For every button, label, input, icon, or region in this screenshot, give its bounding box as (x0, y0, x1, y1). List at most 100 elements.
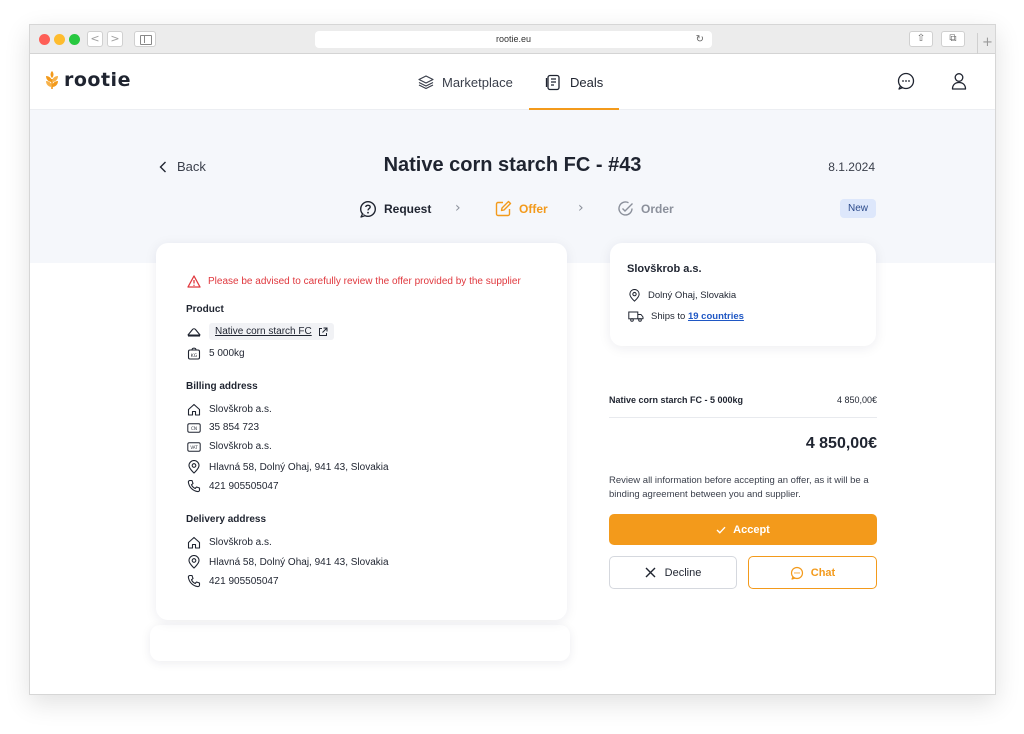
billing-cin: 35 854 723 (209, 422, 260, 433)
location-pin-icon (188, 555, 200, 569)
billing-phone: 421 905505047 (209, 480, 279, 492)
deal-date: 8.1.2024 (828, 160, 875, 174)
decline-label: Decline (664, 566, 702, 579)
url-text: rootie.eu (495, 34, 532, 44)
card-shadow-layer (150, 625, 570, 661)
binding-agreement-note: Review all information before accepting … (609, 475, 869, 500)
billing-cin-row: CN 35 854 723 (187, 422, 259, 433)
nav-marketplace-label: Marketplace (442, 74, 513, 90)
logo-text: rootie (64, 69, 131, 91)
product-link[interactable]: Native corn starch FC (209, 323, 334, 340)
check-circle-icon (618, 201, 633, 216)
ships-to-label: Ships to 19 countries (651, 311, 744, 322)
billing-vat-row: VAT Slovškrob a.s. (187, 441, 272, 452)
supplier-location-row: Dolný Ohaj, Slovakia (628, 289, 736, 302)
product-quantity: 5 000kg (209, 347, 245, 359)
close-icon (645, 567, 656, 578)
step-offer[interactable]: Offer (495, 200, 548, 217)
chat-button[interactable]: Chat (748, 556, 877, 589)
billing-phone-row: 421 905505047 (187, 479, 279, 493)
svg-text:CN: CN (191, 426, 197, 431)
pile-icon (187, 327, 201, 337)
delivery-address-row: Hlavná 58, Dolný Ohaj, 941 43, Slovakia (187, 555, 389, 569)
nav-deals-label: Deals (570, 74, 604, 90)
delivery-phone: 421 905505047 (209, 575, 279, 587)
delivery-section-title: Delivery address (186, 514, 267, 525)
billing-address-row: Hlavná 58, Dolný Ohaj, 941 43, Slovakia (187, 460, 389, 474)
warning-message: Please be advised to carefully review th… (187, 275, 521, 288)
countries-link[interactable]: 19 countries (688, 311, 744, 322)
browser-forward-button[interactable]: > (107, 31, 123, 47)
step-chevron-icon: › (578, 200, 584, 216)
decline-button[interactable]: Decline (609, 556, 737, 589)
nav-marketplace[interactable]: Marketplace (418, 54, 513, 110)
location-pin-icon (188, 460, 200, 474)
delivery-company-row: Slovškrob a.s. (187, 536, 272, 549)
product-row: Native corn starch FC (187, 323, 334, 340)
accept-label: Accept (733, 523, 770, 536)
delivery-address: Hlavná 58, Dolný Ohaj, 941 43, Slovakia (209, 556, 389, 568)
step-request-label: Request (384, 202, 432, 216)
supplier-name: Slovškrob a.s. (627, 263, 702, 275)
nav-deals[interactable]: Deals (528, 54, 620, 110)
billing-company: Slovškrob a.s. (209, 404, 272, 415)
step-offer-label: Offer (519, 201, 548, 216)
step-order[interactable]: Order (617, 200, 674, 217)
billing-vat: Slovškrob a.s. (209, 441, 272, 452)
warning-icon (187, 275, 201, 288)
product-section-title: Product (186, 304, 224, 315)
svg-text:VAT: VAT (190, 445, 198, 450)
edit-icon (495, 200, 512, 217)
phone-icon (187, 479, 201, 493)
browser-back-button[interactable]: < (87, 31, 103, 47)
app-header: rootie Marketplace Deals (30, 54, 995, 110)
step-request[interactable]: Request (359, 200, 431, 218)
browser-window: < > rootie.eu ↻ ⇧ ⧉ + rootie Marketplace… (29, 24, 996, 695)
logo[interactable]: rootie (44, 69, 131, 91)
zoom-window-button[interactable] (69, 34, 80, 45)
delivery-phone-row: 421 905505047 (187, 574, 279, 588)
id-card-icon: CN (187, 422, 201, 433)
offer-details-card: Please be advised to carefully review th… (156, 243, 567, 620)
external-link-icon (318, 327, 328, 336)
chat-label: Chat (810, 566, 836, 579)
summary-divider (609, 417, 877, 418)
home-icon (187, 536, 201, 549)
new-tab-button[interactable]: + (977, 33, 995, 54)
supplier-location: Dolný Ohaj, Slovakia (648, 290, 737, 301)
close-window-button[interactable] (39, 34, 50, 45)
weight-icon: KG (187, 347, 201, 360)
summary-item-price: 4 850,00€ (836, 395, 877, 405)
supplier-shipping-row: Ships to 19 countries (628, 311, 744, 322)
tabs-overview-icon[interactable]: ⧉ (941, 31, 965, 47)
reload-icon[interactable]: ↻ (696, 31, 704, 48)
product-name: Native corn starch FC (215, 326, 312, 337)
chat-bubble-icon (790, 566, 803, 580)
wheat-logo-icon (46, 71, 58, 89)
question-bubble-icon (359, 200, 377, 218)
address-bar[interactable]: rootie.eu ↻ (315, 31, 712, 48)
browser-toolbar: < > rootie.eu ↻ ⇧ ⧉ + (30, 25, 995, 54)
chat-bubble-icon[interactable] (896, 71, 916, 91)
step-chevron-icon: › (455, 200, 461, 216)
truck-icon (628, 311, 644, 322)
order-summary-line: Native corn starch FC - 5 000kg 4 850,00… (609, 395, 877, 405)
billing-company-row: Slovškrob a.s. (187, 403, 272, 416)
user-icon[interactable] (949, 71, 969, 91)
summary-total: 4 850,00€ (805, 435, 877, 452)
sidebar-toggle-icon[interactable] (134, 31, 156, 47)
step-order-label: Order (641, 201, 674, 216)
ships-prefix: Ships to (651, 311, 688, 322)
minimize-window-button[interactable] (54, 34, 65, 45)
supplier-card: Slovškrob a.s. Dolný Ohaj, Slovakia Ship… (610, 243, 876, 346)
phone-icon (187, 574, 201, 588)
page-header-band (30, 110, 995, 263)
billing-section-title: Billing address (186, 381, 258, 392)
vat-icon: VAT (187, 441, 201, 452)
share-icon[interactable]: ⇧ (909, 31, 933, 47)
delivery-company: Slovškrob a.s. (209, 537, 272, 548)
accept-button[interactable]: Accept (609, 514, 877, 545)
location-pin-icon (629, 289, 640, 302)
home-icon (187, 403, 201, 416)
svg-text:KG: KG (191, 353, 198, 359)
